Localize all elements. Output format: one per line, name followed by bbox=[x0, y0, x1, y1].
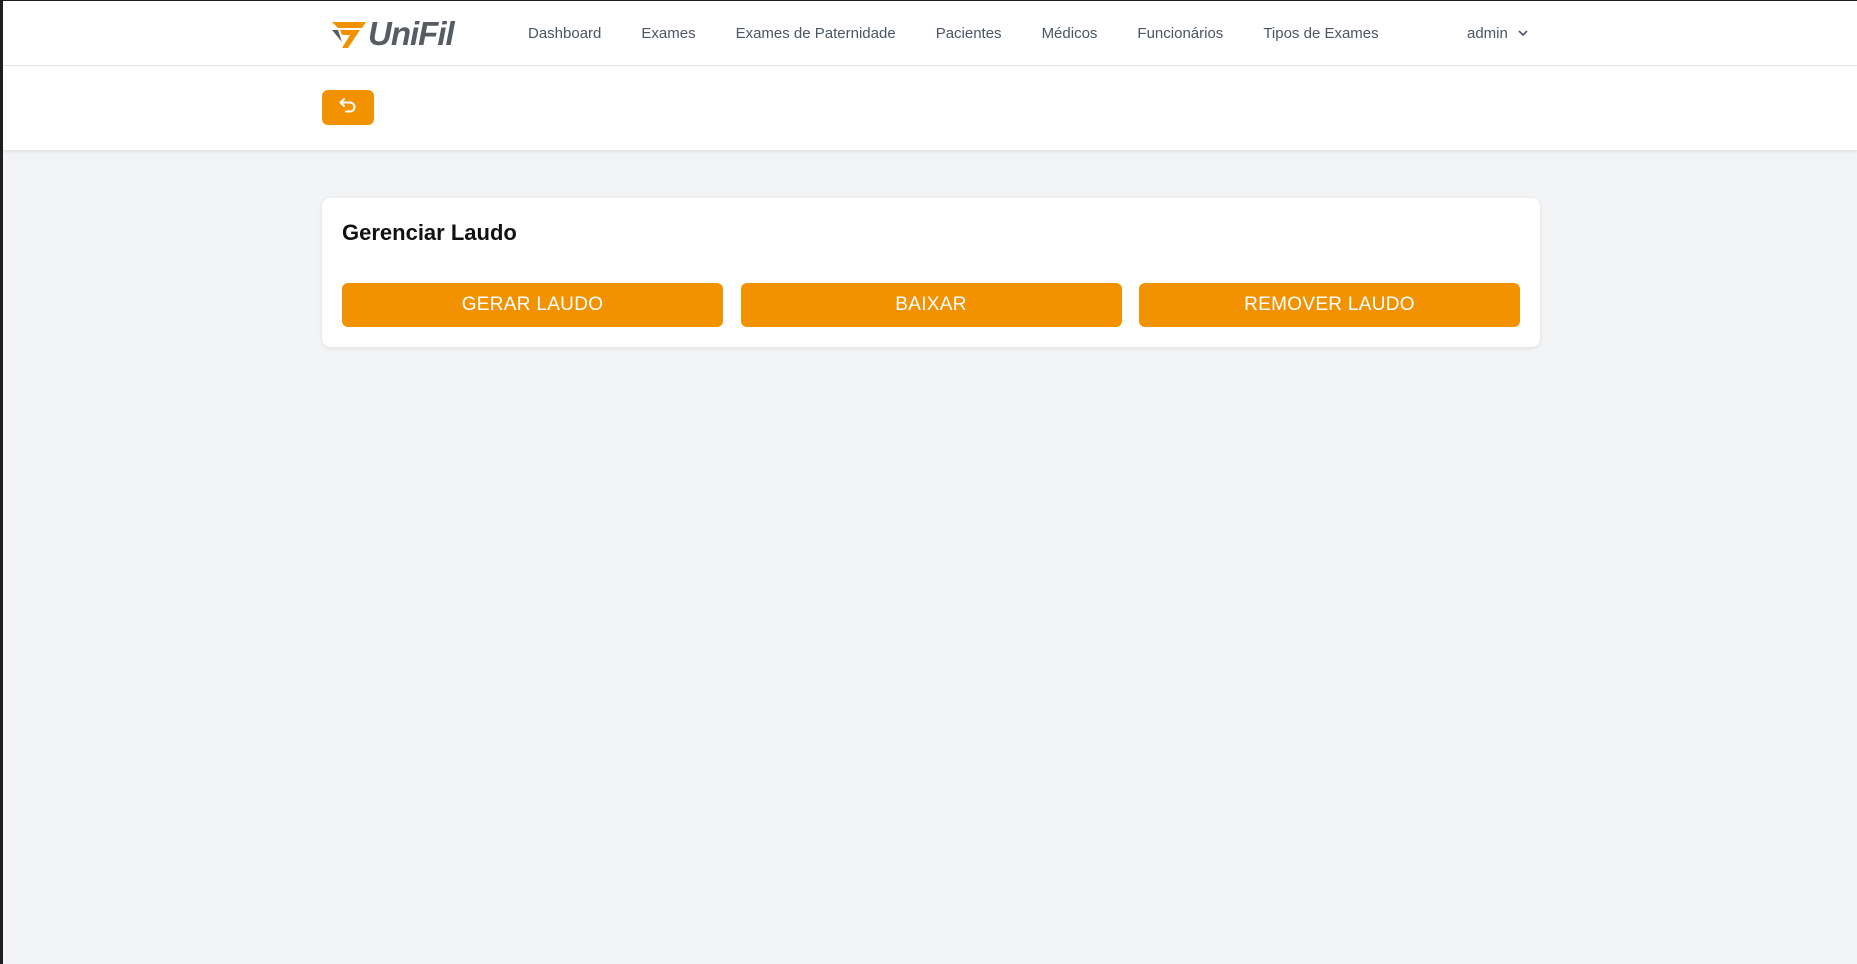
nav-item-funcionarios[interactable]: Funcionários bbox=[1137, 25, 1223, 42]
nav-item-pacientes[interactable]: Pacientes bbox=[936, 25, 1002, 42]
nav-item-dashboard[interactable]: Dashboard bbox=[528, 25, 601, 42]
back-button[interactable] bbox=[322, 90, 374, 125]
chevron-down-icon bbox=[1518, 30, 1528, 37]
main-nav: Dashboard Exames Exames de Paternidade P… bbox=[528, 1, 1419, 66]
unifil-logo[interactable]: UniFil bbox=[332, 15, 455, 52]
nav-item-tipos-de-exames[interactable]: Tipos de Exames bbox=[1263, 25, 1378, 42]
remove-report-button[interactable]: REMOVER LAUDO bbox=[1139, 283, 1520, 327]
nav-item-exames-de-paternidade[interactable]: Exames de Paternidade bbox=[736, 25, 896, 42]
report-actions: GERAR LAUDO BAIXAR REMOVER LAUDO bbox=[342, 283, 1520, 327]
manage-report-card: Gerenciar Laudo GERAR LAUDO BAIXAR REMOV… bbox=[322, 198, 1540, 347]
user-menu-label: admin bbox=[1467, 25, 1508, 42]
user-menu[interactable]: admin bbox=[1467, 1, 1528, 66]
undo-arrow-icon bbox=[339, 97, 357, 118]
unifil-logo-icon bbox=[332, 22, 366, 48]
generate-report-button[interactable]: GERAR LAUDO bbox=[342, 283, 723, 327]
nav-item-medicos[interactable]: Médicos bbox=[1042, 25, 1098, 42]
download-button[interactable]: BAIXAR bbox=[740, 283, 1122, 327]
logo-text: UniFil bbox=[368, 15, 455, 52]
nav-item-exames[interactable]: Exames bbox=[641, 25, 695, 42]
top-navigation: UniFil Dashboard Exames Exames de Patern… bbox=[3, 1, 1857, 66]
card-title: Gerenciar Laudo bbox=[342, 220, 517, 245]
sub-header bbox=[3, 66, 1857, 151]
page: UniFil Dashboard Exames Exames de Patern… bbox=[0, 0, 1857, 964]
